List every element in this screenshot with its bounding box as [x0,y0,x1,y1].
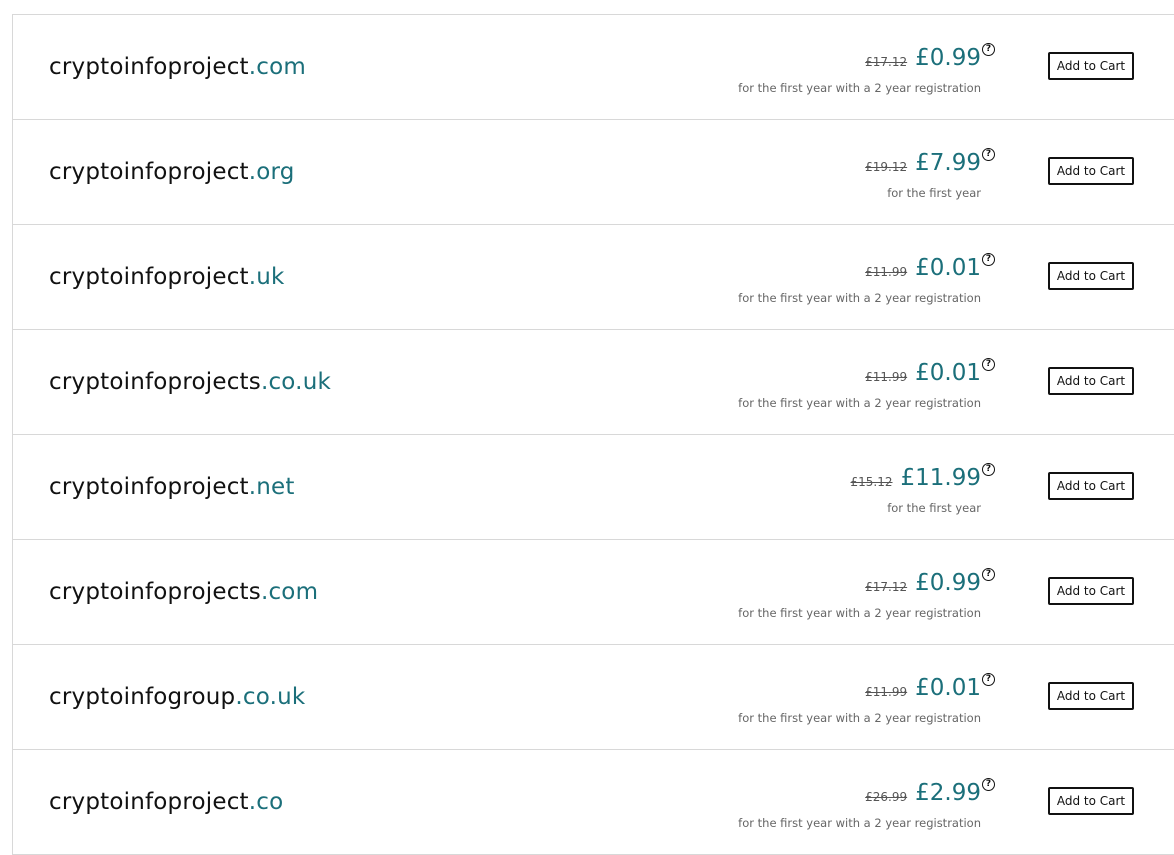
price-note: for the first year with a 2 year registr… [738,396,981,410]
domain-tld: .co.uk [235,684,306,710]
add-to-cart-button[interactable]: Add to Cart [1048,787,1134,815]
domain-results-list: cryptoinfoproject.com £17.12 £0.99 ? for… [12,14,1174,855]
domain-tld: .uk [248,264,285,290]
domain-sld: cryptoinfoproject [49,159,249,185]
domain-result-row: cryptoinfoproject.com £17.12 £0.99 ? for… [13,15,1174,120]
original-price: £11.99 [865,370,908,384]
question-circle-icon[interactable]: ? [982,463,995,476]
domain-tld: .net [248,474,295,500]
domain-sld: cryptoinfoproject [49,54,249,80]
price-note: for the first year with a 2 year registr… [738,711,981,725]
add-to-cart-button[interactable]: Add to Cart [1048,682,1134,710]
question-circle-icon[interactable]: ? [982,358,995,371]
add-to-cart-button[interactable]: Add to Cart [1048,577,1134,605]
sale-price: £11.99 [900,465,981,491]
original-price: £11.99 [865,265,908,279]
sale-price: £7.99 [915,150,981,176]
add-to-cart-button[interactable]: Add to Cart [1048,367,1134,395]
question-circle-icon[interactable]: ? [982,778,995,791]
domain-tld: .co.uk [260,369,331,395]
add-to-cart-button[interactable]: Add to Cart [1048,262,1134,290]
sale-price: £2.99 [915,780,981,806]
original-price: £26.99 [865,790,908,804]
price-block: £11.99 £0.01 ? for the first year with a… [738,356,995,410]
add-to-cart-button[interactable]: Add to Cart [1048,157,1134,185]
price-note: for the first year [887,186,981,200]
price-block: £17.12 £0.99 ? for the first year with a… [738,566,995,620]
domain-result-row: cryptoinfoproject.org £19.12 £7.99 ? for… [13,120,1174,225]
price-block: £11.99 £0.01 ? for the first year with a… [738,251,995,305]
question-circle-icon[interactable]: ? [982,673,995,686]
domain-tld: .com [248,54,306,80]
original-price: £15.12 [850,475,893,489]
question-circle-icon[interactable]: ? [982,568,995,581]
add-to-cart-button[interactable]: Add to Cart [1048,472,1134,500]
price-note: for the first year [887,501,981,515]
domain-tld: .co [248,789,284,815]
domain-result-row: cryptoinfoproject.uk £11.99 £0.01 ? for … [13,225,1174,330]
domain-sld: cryptoinfoprojects [49,369,261,395]
price-note: for the first year with a 2 year registr… [738,291,981,305]
domain-result-row: cryptoinfoproject.co £26.99 £2.99 ? for … [13,750,1174,855]
domain-sld: cryptoinfogroup [49,684,236,710]
sale-price: £0.01 [915,675,981,701]
original-price: £17.12 [865,580,908,594]
price-block: £26.99 £2.99 ? for the first year with a… [738,776,995,830]
domain-sld: cryptoinfoproject [49,789,249,815]
question-circle-icon[interactable]: ? [982,253,995,266]
add-to-cart-button[interactable]: Add to Cart [1048,52,1134,80]
original-price: £11.99 [865,685,908,699]
sale-price: £0.99 [915,570,981,596]
domain-result-row: cryptoinfoproject.net £15.12 £11.99 ? fo… [13,435,1174,540]
domain-name: cryptoinfoprojects.com [49,579,318,605]
domain-name: cryptoinfoproject.org [49,159,295,185]
domain-sld: cryptoinfoprojects [49,579,261,605]
price-block: £19.12 £7.99 ? for the first year [865,146,995,200]
sale-price: £0.01 [915,255,981,281]
domain-tld: .com [260,579,319,605]
domain-sld: cryptoinfoproject [49,264,249,290]
sale-price: £0.01 [915,360,981,386]
domain-name: cryptoinfogroup.co.uk [49,684,305,710]
price-block: £11.99 £0.01 ? for the first year with a… [738,671,995,725]
domain-sld: cryptoinfoproject [49,474,249,500]
sale-price: £0.99 [915,45,981,71]
price-block: £15.12 £11.99 ? for the first year [851,461,995,515]
question-circle-icon[interactable]: ? [982,148,995,161]
domain-result-row: cryptoinfoprojects.com £17.12 £0.99 ? fo… [13,540,1174,645]
domain-name: cryptoinfoproject.com [49,54,306,80]
original-price: £19.12 [865,160,908,174]
domain-name: cryptoinfoproject.co [49,789,283,815]
domain-name: cryptoinfoproject.uk [49,264,285,290]
question-circle-icon[interactable]: ? [982,43,995,56]
price-note: for the first year with a 2 year registr… [738,606,981,620]
domain-name: cryptoinfoprojects.co.uk [49,369,331,395]
domain-result-row: cryptoinfoprojects.co.uk £11.99 £0.01 ? … [13,330,1174,435]
domain-result-row: cryptoinfogroup.co.uk £11.99 £0.01 ? for… [13,645,1174,750]
price-note: for the first year with a 2 year registr… [738,81,981,95]
price-note: for the first year with a 2 year registr… [738,816,981,830]
price-block: £17.12 £0.99 ? for the first year with a… [738,41,995,95]
domain-name: cryptoinfoproject.net [49,474,295,500]
original-price: £17.12 [865,55,908,69]
domain-tld: .org [248,159,295,185]
